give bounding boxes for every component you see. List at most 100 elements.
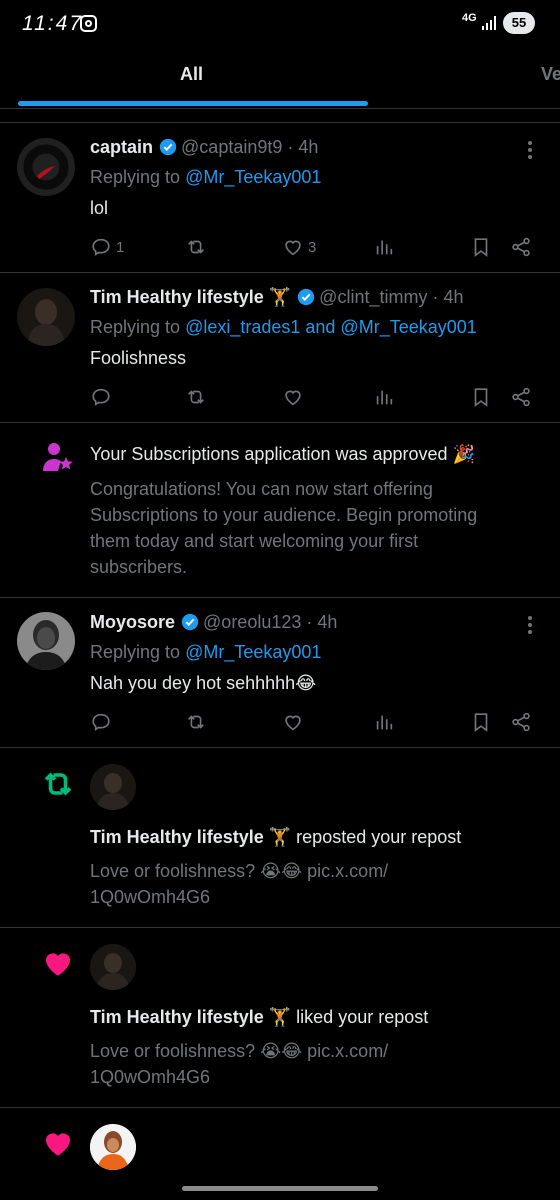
verified-badge-icon [181, 613, 199, 631]
like-icon [285, 390, 301, 406]
like-notification[interactable]: Tim Healthy lifestyle 🏋 liked your repos… [0, 928, 560, 1108]
action-bar [90, 385, 540, 409]
handle[interactable]: @clint_timmy [319, 287, 427, 307]
reply-button[interactable] [90, 385, 112, 409]
replying-label: Replying to [90, 642, 186, 662]
display-name[interactable]: Tim Healthy lifestyle [90, 827, 264, 847]
replying-to: Replying to @lexi_trades1 and @Mr_Teekay… [90, 317, 477, 338]
notification-title: Tim Healthy lifestyle 🏋 reposted your re… [90, 824, 461, 851]
share-button[interactable] [510, 710, 532, 734]
tab-all[interactable]: All [180, 64, 203, 85]
share-icon [512, 387, 530, 407]
handle[interactable]: @oreolu123 [203, 612, 301, 632]
like-button[interactable] [282, 710, 304, 734]
repost-button[interactable] [185, 235, 207, 259]
verified-badge-icon [297, 288, 315, 306]
replying-to: Replying to @Mr_Teekay001 [90, 167, 321, 188]
notice-title: Your Subscriptions application was appro… [90, 441, 475, 468]
notice-title-text: Your Subscriptions application was appro… [90, 444, 448, 464]
status-bar: 11:47 4G 55 [0, 0, 560, 48]
home-indicator[interactable] [182, 1186, 378, 1191]
bookmark-icon [474, 388, 488, 407]
preview-line: 1Q0wOmh4G6 [90, 1067, 211, 1087]
share-button[interactable] [510, 235, 532, 259]
like-count: 3 [308, 238, 317, 256]
display-name[interactable]: captain [90, 137, 153, 157]
reply-item[interactable]: Tim Healthy lifestyle 🏋 @clint_timmy · 4h… [0, 273, 560, 423]
reply-icon [92, 713, 110, 731]
share-icon [512, 237, 530, 257]
subscription-person-icon [43, 443, 73, 471]
repost-button[interactable] [185, 385, 207, 409]
party-emoji: 🎉 [452, 444, 475, 465]
avatar[interactable] [17, 612, 75, 670]
views-button[interactable] [373, 235, 395, 259]
heart-icon [45, 1133, 71, 1156]
subscription-notice[interactable]: Your Subscriptions application was appro… [0, 423, 560, 598]
like-icon [285, 715, 301, 731]
notice-body: Congratulations! You can now start offer… [90, 476, 477, 580]
timestamp: · 4h [287, 137, 319, 157]
reply-text-content: Nah you dey hot sehhhhh [90, 673, 296, 693]
views-icon [376, 715, 393, 730]
handle[interactable]: @captain9t9 [181, 137, 282, 157]
like-button[interactable] [282, 385, 304, 409]
views-button[interactable] [373, 385, 395, 409]
bookmark-button[interactable] [470, 235, 492, 259]
like-icon [285, 240, 301, 256]
bookmark-icon [474, 713, 488, 732]
like-button[interactable]: 3 [282, 235, 316, 259]
mention-link[interactable]: @lexi_trades1 and @Mr_Teekay001 [185, 317, 477, 337]
reply-icon [92, 388, 110, 406]
mention-link[interactable]: @Mr_Teekay001 [185, 167, 321, 187]
name-emoji: 🏋 [268, 827, 292, 848]
notice-line: Subscriptions to your audience. Begin pr… [90, 505, 478, 525]
battery-indicator: 55 [503, 12, 535, 34]
avatar[interactable] [90, 1124, 136, 1170]
avatar-image [90, 1124, 136, 1170]
repost-notification[interactable]: Tim Healthy lifestyle 🏋 reposted your re… [0, 748, 560, 928]
action-bar: 1 3 [90, 235, 540, 259]
network-type: 4G [462, 12, 477, 24]
avatar-image [90, 944, 136, 990]
notification-title: Tim Healthy lifestyle 🏋 liked your repos… [90, 1004, 428, 1031]
tab-verified[interactable]: Ve [541, 64, 560, 85]
avatar[interactable] [17, 288, 75, 346]
reply-button[interactable] [90, 710, 112, 734]
preview-line: 1Q0wOmh4G6 [90, 887, 211, 907]
display-name[interactable]: Moyosore [90, 612, 175, 632]
views-button[interactable] [373, 710, 395, 734]
reply-header: Moyosore @oreolu123 · 4h [90, 612, 337, 633]
laugh-emoji: 😂 [295, 673, 317, 694]
avatar[interactable] [90, 944, 136, 990]
avatar-image [17, 138, 75, 196]
repost-icon [44, 772, 72, 796]
avatar[interactable] [90, 764, 136, 810]
reply-button[interactable]: 1 [90, 235, 124, 259]
avatar-image [17, 612, 75, 670]
avatar-image [17, 288, 75, 346]
reply-item[interactable]: Moyosore @oreolu123 · 4h Replying to @Mr_… [0, 598, 560, 748]
signal-icon [482, 16, 496, 30]
mention-link[interactable]: @Mr_Teekay001 [185, 642, 321, 662]
action-text: reposted your repost [291, 827, 462, 847]
share-button[interactable] [510, 385, 532, 409]
share-icon [512, 712, 530, 732]
reply-text: Nah you dey hot sehhhhh😂 [90, 673, 316, 694]
bookmark-button[interactable] [470, 710, 492, 734]
preview-line: Love or foolishness? 😭😂 pic.x.com/ [90, 861, 389, 881]
action-text: liked your repost [291, 1007, 429, 1027]
notice-line: subscribers. [90, 557, 188, 577]
reply-header: Tim Healthy lifestyle 🏋 @clint_timmy · 4h [90, 287, 464, 308]
bookmark-button[interactable] [470, 385, 492, 409]
avatar[interactable] [17, 138, 75, 196]
more-options-icon[interactable] [528, 616, 532, 637]
more-options-icon[interactable] [528, 141, 532, 162]
heart-icon [45, 953, 71, 976]
timestamp: · 4h [432, 287, 464, 307]
repost-button[interactable] [185, 710, 207, 734]
display-name[interactable]: Tim Healthy lifestyle [90, 1007, 264, 1027]
display-name[interactable]: Tim Healthy lifestyle [90, 287, 264, 307]
repost-icon [188, 240, 204, 254]
reply-item[interactable]: captain @captain9t9 · 4h Replying to @Mr_… [0, 123, 560, 273]
